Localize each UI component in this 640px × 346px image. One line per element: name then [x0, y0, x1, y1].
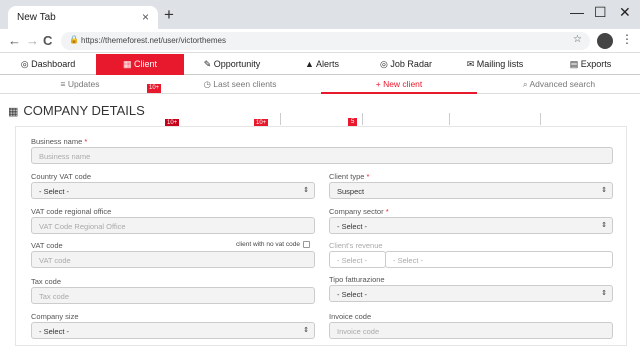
nav-label: Mailing lists — [476, 59, 524, 69]
forward-icon[interactable]: → — [26, 33, 39, 48]
pencil-icon: ✎ — [203, 59, 212, 69]
country-vat-select[interactable]: - Select - ⇕ — [31, 182, 315, 199]
sub-nav: ≡ Updates 10+ ◷ Last seen clients + New … — [0, 76, 640, 94]
browser-menu-icon[interactable]: ⋮ — [621, 32, 633, 46]
company-sector-label: Company sector * — [329, 207, 389, 216]
nav-divider — [540, 113, 541, 125]
select-arrow-icon: ⇕ — [601, 187, 607, 194]
nav-client[interactable]: ▦ Client — [96, 54, 184, 75]
url-bar[interactable]: 🔒 https://themeforest.net/user/victorthe… — [61, 32, 590, 50]
no-vat-checkbox[interactable]: client with no vat code — [236, 241, 310, 248]
client-type-select[interactable]: Suspect ⇕ — [329, 182, 613, 199]
business-name-label: Business name * — [31, 137, 88, 146]
revenue-label: Client's revenue — [329, 241, 383, 250]
company-size-label: Company size — [31, 312, 79, 321]
invoice-code-label: Invoice code — [329, 312, 372, 321]
revenue-select-1[interactable]: - Select - — [329, 251, 386, 268]
close-window-icon[interactable]: ✕ — [619, 4, 631, 21]
nav-label: Alerts — [315, 59, 339, 69]
vat-code-input[interactable]: VAT code — [31, 251, 315, 268]
nav-label: Dashboard — [31, 59, 76, 69]
back-icon[interactable]: ← — [8, 33, 21, 48]
address-bar-row: ← → C 🔒 https://themeforest.net/user/vic… — [0, 29, 640, 53]
nav-dashboard[interactable]: ◎ Dashboard — [0, 54, 96, 75]
subtab-last-seen[interactable]: ◷ Last seen clients — [160, 79, 320, 90]
company-sector-select[interactable]: - Select - ⇕ — [329, 217, 613, 234]
export-icon: ▤ — [569, 59, 579, 69]
vat-code-label: VAT code — [31, 241, 63, 250]
nav-label: Job Radar — [390, 59, 432, 69]
reload-icon[interactable]: C — [43, 33, 52, 48]
url-text: https://themeforest.net/user/victortheme… — [81, 36, 226, 45]
lock-icon: 🔒 — [69, 35, 79, 44]
building-icon: ▦ — [122, 59, 132, 69]
country-vat-label: Country VAT code — [31, 172, 92, 181]
subtab-label: Updates — [67, 79, 100, 89]
client-type-label: Client type * — [329, 172, 370, 181]
subtab-label: New client — [383, 79, 423, 89]
search-icon: ⌕ — [522, 79, 528, 89]
browser-tab[interactable]: New Tab × — [8, 6, 158, 29]
company-size-select[interactable]: - Select - ⇕ — [31, 322, 315, 339]
billing-type-select[interactable]: - Select - ⇕ — [329, 285, 613, 302]
nav-exports[interactable]: ▤ Exports — [541, 54, 640, 75]
nav-alerts[interactable]: ▲ Alerts — [282, 54, 362, 75]
mail-icon: ✉ — [466, 59, 475, 69]
profile-avatar[interactable] — [597, 33, 613, 49]
vat-regional-label: VAT code regional office — [31, 207, 112, 216]
vat-regional-input[interactable]: VAT Code Regional Office — [31, 217, 315, 234]
list-icon: ≡ — [60, 79, 66, 89]
clock-icon: ◷ — [203, 79, 211, 89]
dashboard-icon: ◎ — [20, 59, 29, 69]
nav-label: Client — [134, 59, 158, 69]
page-title-text: COMPANY DETAILS — [23, 103, 145, 118]
subtab-advanced-search[interactable]: ⌕ Advanced search — [478, 79, 640, 90]
nav-job-radar[interactable]: ◎ Job Radar — [363, 54, 449, 75]
bookmark-star-icon[interactable]: ☆ — [573, 34, 582, 45]
tax-code-label: Tax code — [31, 277, 62, 286]
active-tab-indicator — [321, 92, 477, 94]
business-name-input[interactable]: Business name — [31, 147, 613, 164]
main-nav: ◎ Dashboard ▦ Client 10+ ✎ Opportunity 1… — [0, 54, 640, 128]
radar-icon: ◎ — [380, 59, 388, 69]
select-arrow-icon: ⇕ — [601, 290, 607, 297]
browser-tab-strip: New Tab × + — ☐ ✕ — [0, 0, 640, 29]
close-tab-icon[interactable]: × — [142, 10, 149, 24]
browser-tab-title: New Tab — [17, 12, 56, 23]
select-arrow-icon: ⇕ — [601, 222, 607, 229]
subtab-new-client[interactable]: + New client — [320, 79, 478, 89]
nav-mailing-lists[interactable]: ✉ Mailing lists — [450, 54, 540, 75]
nav-divider — [362, 113, 363, 125]
nav-divider — [449, 113, 450, 125]
company-details-form: Business name * Business name Country VA… — [15, 126, 627, 346]
nav-label: Exports — [580, 59, 612, 69]
plus-icon: + — [375, 79, 381, 89]
minimize-icon[interactable]: — — [570, 4, 584, 20]
subtab-label: Advanced search — [529, 79, 596, 89]
invoice-code-input[interactable]: Invoice code — [329, 322, 613, 339]
subtab-updates[interactable]: ≡ Updates — [0, 79, 160, 89]
checkbox-icon — [302, 241, 310, 248]
subtab-label: Last seen clients — [213, 79, 277, 89]
tax-code-input[interactable]: Tax code — [31, 287, 315, 304]
nav-label: Opportunity — [213, 59, 261, 69]
nav-divider — [280, 113, 281, 125]
maximize-icon[interactable]: ☐ — [594, 4, 607, 21]
bell-icon: ▲ — [305, 59, 314, 69]
billing-type-label: Tipo fatturazione — [329, 275, 385, 284]
select-arrow-icon: ⇕ — [303, 327, 309, 334]
nav-opportunity[interactable]: ✎ Opportunity — [184, 54, 280, 75]
new-tab-button[interactable]: + — [164, 5, 174, 25]
building-icon: ▦ — [8, 106, 19, 118]
select-arrow-icon: ⇕ — [303, 187, 309, 194]
page-title: ▦ COMPANY DETAILS — [8, 103, 145, 118]
revenue-select-2[interactable]: - Select - — [385, 251, 613, 268]
